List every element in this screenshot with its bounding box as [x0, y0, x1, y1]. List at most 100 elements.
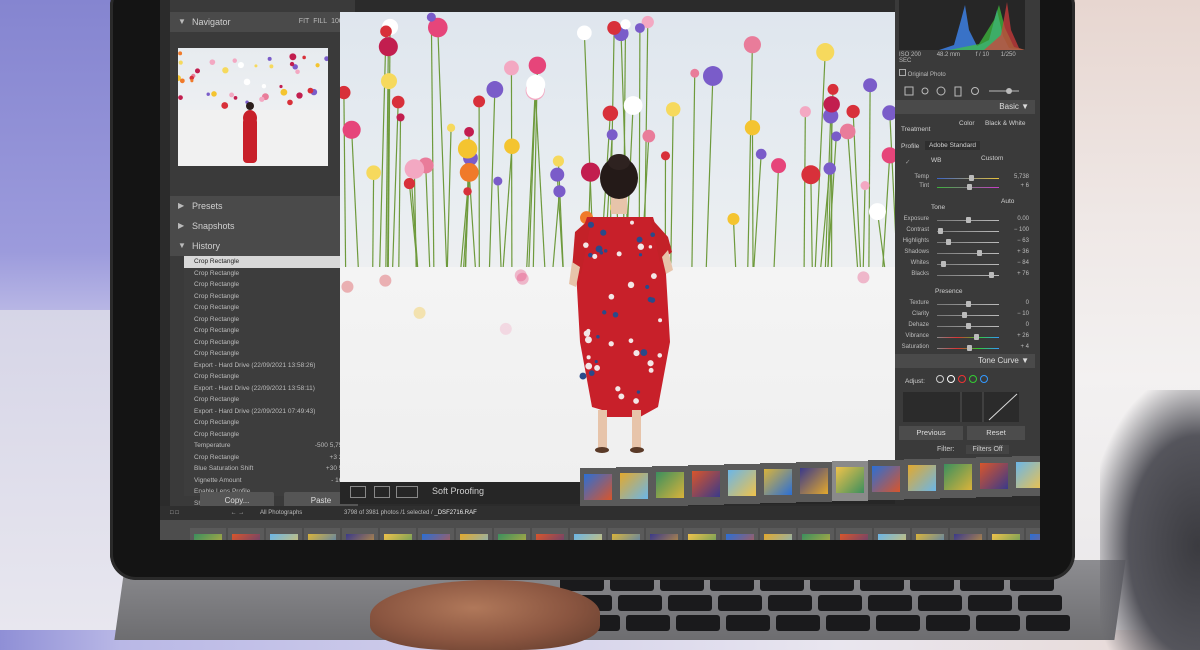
treatment-color-option[interactable]: Color: [959, 120, 975, 127]
slider-knob[interactable]: [938, 228, 943, 234]
filmstrip-thumb[interactable]: [688, 465, 724, 505]
history-item[interactable]: Crop Rectangle: [184, 302, 350, 314]
slider-track[interactable]: [937, 264, 999, 265]
parametric-curve-icon[interactable]: [937, 376, 944, 383]
slider-knob[interactable]: [977, 250, 982, 256]
slider-knob[interactable]: [967, 345, 972, 351]
filmstrip-thumb[interactable]: [266, 528, 302, 540]
auto-tone-button[interactable]: Auto: [1001, 198, 1014, 205]
history-item[interactable]: Vignette Amount- 168: [184, 475, 350, 487]
filmstrip-thumb[interactable]: [760, 528, 796, 540]
treatment-bw-option[interactable]: Black & White: [985, 120, 1025, 127]
history-item[interactable]: Crop Rectangle: [184, 337, 350, 349]
history-item[interactable]: Export - Hard Drive (22/09/2021 13:58:11…: [184, 383, 350, 395]
before-after-icon[interactable]: [396, 486, 418, 498]
filmstrip-thumb[interactable]: [380, 528, 416, 540]
profile-dropdown[interactable]: Adobe Standard: [925, 141, 980, 150]
slider-knob[interactable]: [967, 184, 972, 190]
slider-value[interactable]: + 76: [1017, 271, 1029, 277]
filmstrip-thumb[interactable]: [1012, 456, 1040, 496]
history-item[interactable]: Crop Rectangle: [184, 256, 350, 268]
filmstrip-view-icons[interactable]: □ □: [170, 510, 179, 516]
previous-button[interactable]: Previous: [899, 426, 963, 440]
slider-value[interactable]: 0: [1026, 322, 1029, 328]
presets-header[interactable]: ▶ Presets +: [170, 196, 355, 216]
filmstrip-thumb[interactable]: [904, 459, 940, 499]
history-item[interactable]: Crop Rectangle: [184, 325, 350, 337]
filmstrip-thumb[interactable]: [796, 462, 832, 502]
tone-curve-header[interactable]: Tone Curve ▼: [895, 354, 1035, 368]
filmstrip-thumb[interactable]: [570, 528, 606, 540]
radial-filter-icon[interactable]: [972, 88, 979, 95]
slider-knob[interactable]: [966, 301, 971, 307]
loupe-view-icon[interactable]: [350, 486, 366, 498]
eyedropper-icon[interactable]: ✓: [905, 158, 910, 166]
original-photo-checkbox[interactable]: [899, 69, 906, 76]
history-item[interactable]: Blue Saturation Shift+30 58: [184, 463, 350, 475]
filmstrip-thumb[interactable]: [940, 458, 976, 498]
filmstrip-thumb[interactable]: [722, 528, 758, 540]
filmstrip-thumb[interactable]: [836, 528, 872, 540]
nav-arrows-icon[interactable]: ← →: [231, 510, 245, 516]
slider-knob[interactable]: [969, 175, 974, 181]
history-item[interactable]: Crop Rectangle+3 27: [184, 452, 350, 464]
slider-value[interactable]: + 4: [1020, 344, 1029, 350]
filmstrip-thumb[interactable]: [1026, 528, 1040, 540]
filmstrip-thumb[interactable]: [652, 466, 688, 506]
filmstrip-thumb[interactable]: [494, 528, 530, 540]
filmstrip-thumb[interactable]: [874, 528, 910, 540]
graduated-filter-icon[interactable]: [955, 87, 961, 96]
filmstrip-thumb[interactable]: [724, 464, 760, 504]
history-item[interactable]: Crop Rectangle: [184, 371, 350, 383]
slider-value[interactable]: + 6: [1020, 183, 1029, 189]
filmstrip-thumb[interactable]: [832, 461, 868, 501]
history-item[interactable]: Crop Rectangle: [184, 429, 350, 441]
spot-removal-icon[interactable]: [922, 88, 928, 94]
slider-track[interactable]: [937, 253, 999, 254]
history-item[interactable]: Crop Rectangle: [184, 291, 350, 303]
slider-knob[interactable]: [946, 239, 951, 245]
blue-channel-icon[interactable]: [981, 376, 988, 383]
slider-knob[interactable]: [966, 217, 971, 223]
filmstrip-thumb[interactable]: [646, 528, 682, 540]
point-curve-icon[interactable]: [948, 376, 955, 383]
curve-channel-selectors[interactable]: [935, 374, 995, 386]
slider-value[interactable]: + 36: [1017, 249, 1029, 255]
basic-panel-header[interactable]: Basic ▼: [895, 100, 1035, 114]
history-item[interactable]: Crop Rectangle: [184, 268, 350, 280]
filmstrip-thumb[interactable]: [456, 528, 492, 540]
slider-value[interactable]: − 10: [1017, 311, 1029, 317]
history-item[interactable]: Crop Rectangle: [184, 394, 350, 406]
compare-view-icon[interactable]: [374, 486, 390, 498]
filmstrip-thumb[interactable]: [418, 528, 454, 540]
slider-knob[interactable]: [962, 312, 967, 318]
history-item[interactable]: Temperature-500 5,750: [184, 440, 350, 452]
slider-value[interactable]: 0: [1026, 300, 1029, 306]
filmstrip-thumb[interactable]: [532, 528, 568, 540]
slider-value[interactable]: − 84: [1017, 260, 1029, 266]
filmstrip-thumb[interactable]: [988, 528, 1024, 540]
history-item[interactable]: Crop Rectangle: [184, 314, 350, 326]
filmstrip-source[interactable]: All Photographs: [260, 510, 302, 516]
main-photo[interactable]: [340, 12, 895, 482]
filmstrip-thumb[interactable]: [798, 528, 834, 540]
filmstrip-filename[interactable]: _DSF2716.RAF: [434, 510, 476, 516]
history-item[interactable]: Export - Hard Drive (22/09/2021 13:58:26…: [184, 360, 350, 372]
filmstrip-thumb[interactable]: [950, 528, 986, 540]
filmstrip-thumb[interactable]: [684, 528, 720, 540]
slider-value[interactable]: + 26: [1017, 333, 1029, 339]
red-channel-icon[interactable]: [959, 376, 966, 383]
zoom-fit[interactable]: FIT: [299, 18, 310, 25]
slider-value[interactable]: − 63: [1017, 238, 1029, 244]
slider-track[interactable]: [937, 315, 999, 316]
zoom-fill[interactable]: FILL: [313, 18, 327, 25]
filmstrip-thumb[interactable]: [228, 528, 264, 540]
filmstrip-thumb[interactable]: [868, 460, 904, 500]
crop-tool-icon[interactable]: [905, 87, 913, 95]
wb-dropdown[interactable]: Custom: [981, 155, 1003, 162]
slider-knob[interactable]: [974, 334, 979, 340]
snapshots-header[interactable]: ▶ Snapshots +: [170, 216, 355, 236]
history-item[interactable]: Crop Rectangle: [184, 417, 350, 429]
slider-track[interactable]: [937, 337, 999, 338]
filmstrip-thumb[interactable]: [976, 457, 1012, 497]
